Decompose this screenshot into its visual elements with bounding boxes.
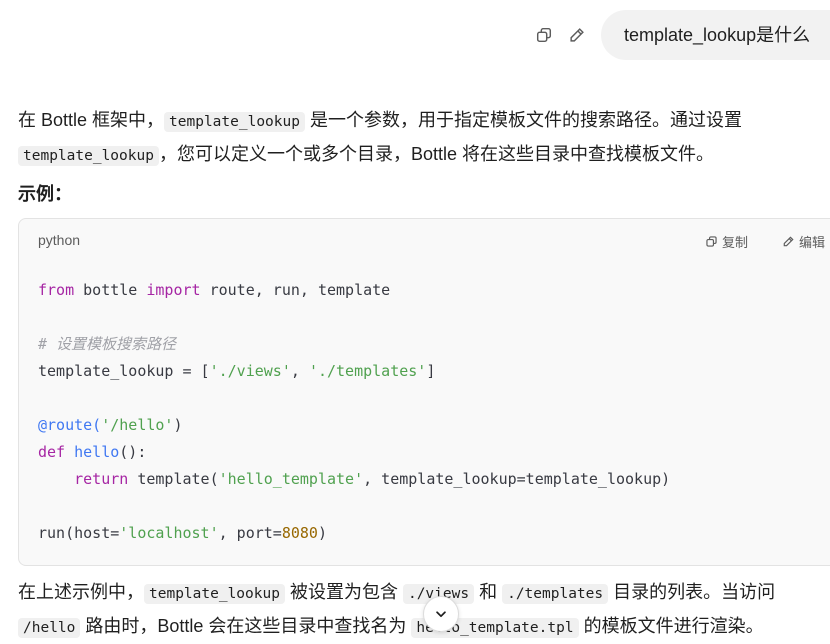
edit-message-button[interactable] [566,24,588,46]
code-token: ) [317,524,327,542]
inline-code: template_lookup [164,112,305,132]
code-string: 'hello_template' [218,470,364,488]
user-message-bubble: template_lookup是什么 [601,10,830,60]
answer-text: 的模板文件进行渲染。 [578,616,764,636]
code-actions: 复制 编辑 [705,232,825,251]
code-token: ] [426,362,436,380]
answer-text: 被设置为包含 [284,582,403,602]
code-token: import [146,281,201,299]
user-message-row: template_lookup是什么 [0,10,830,60]
code-block: python 复制 编辑 from bottle import route, r… [18,218,830,566]
code-decorator: @route( [38,416,102,434]
code-language-label: python [38,232,81,248]
code-token: (): [119,443,147,461]
answer-text: 在 Bottle 框架中， [18,110,165,130]
pencil-icon [783,236,794,247]
code-token: , template_lookup=template_lookup) [363,470,671,488]
answer-text: 和 [474,582,503,602]
code-token: from [38,281,75,299]
code-function: hello [74,443,120,461]
code-token: , [290,362,309,380]
copy-code-button[interactable]: 复制 [705,232,748,251]
code-token: bottle [74,281,147,299]
code-token: template_lookup = [ [38,362,210,380]
answer-text: 在上述示例中， [18,582,144,602]
inline-code: /hello [18,618,81,638]
answer-text: ，您可以定义一个或多个目录，Bottle 将在这些目录中查找模板文件。 [158,144,714,164]
code-string: '/hello' [101,416,174,434]
example-heading: 示例： [18,184,72,204]
scroll-to-bottom-button[interactable] [423,596,459,632]
inline-code: ./templates [502,584,609,604]
code-string: './views' [209,362,291,380]
answer-paragraph-1: 在 Bottle 框架中， template_lookup 是一个参数，用于指定模… [18,104,830,172]
code-number: 8080 [281,524,318,542]
code-token: ) [173,416,183,434]
code-token: , port= [218,524,282,542]
answer-text: 目录的列表。当访问 [608,582,776,602]
answer-text: 是一个参数，用于指定模板文件的搜索路径。通过设置 [304,110,742,130]
code-token: run(host= [38,524,120,542]
pencil-icon [570,28,584,42]
code-keyword: return [74,470,129,488]
edit-code-label: 编辑 [798,235,825,250]
code-keyword: def [38,443,66,461]
chevron-down-icon [436,611,446,618]
code-comment: # 设置模板搜索路径 [38,335,177,353]
copy-code-label: 复制 [721,235,748,250]
answer-text: 路由时，Bottle 会在这些目录中查找名为 [80,616,412,636]
inline-code: template_lookup [144,584,285,604]
code-token: route, run, template [200,281,391,299]
code-content: from bottle import route, run, template … [38,277,670,547]
copy-icon [536,27,552,43]
code-string: './templates' [308,362,427,380]
code-token: template( [128,470,219,488]
edit-code-button[interactable]: 编辑 [782,232,825,251]
copy-icon [706,236,717,247]
code-string: 'localhost' [119,524,219,542]
copy-message-button[interactable] [533,24,555,46]
inline-code: template_lookup [18,146,159,166]
